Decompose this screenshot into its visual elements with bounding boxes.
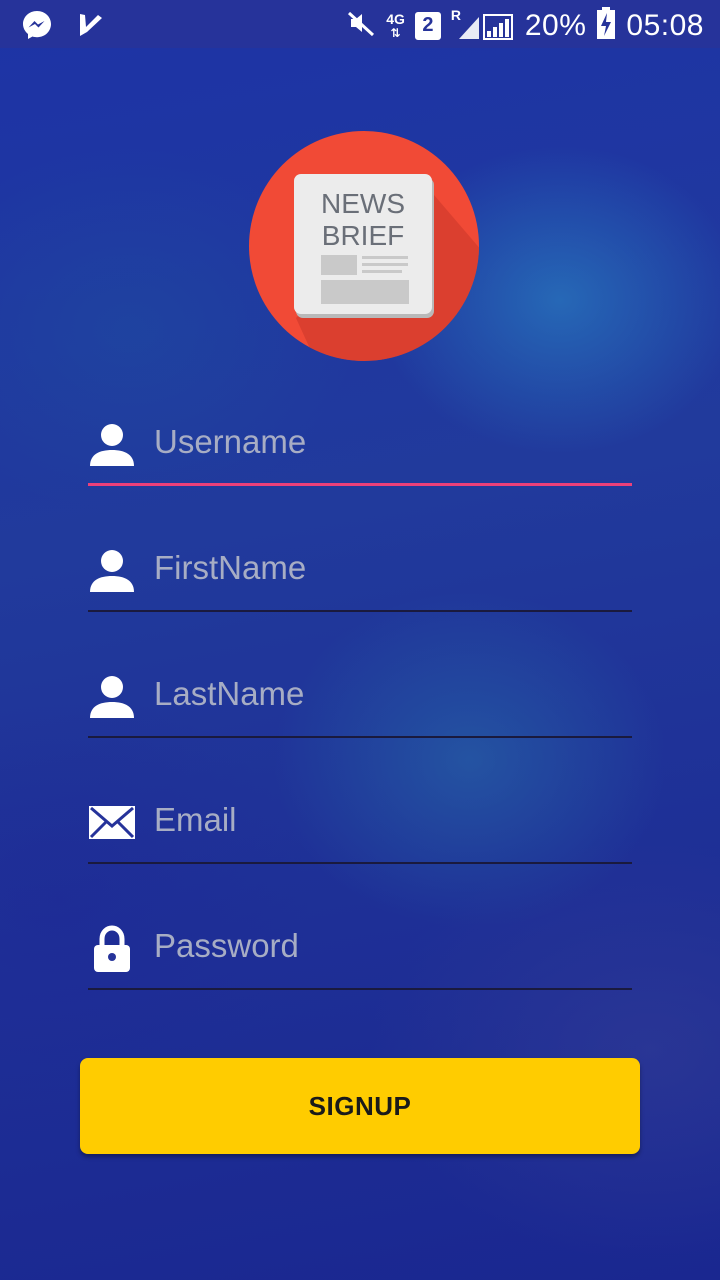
status-bar: 4G ⇅ 2 R 20% 05:08 [0, 0, 720, 48]
sim-number: 2 [422, 14, 434, 36]
signal-icon: R [451, 7, 515, 43]
battery-percent: 20% [524, 8, 587, 42]
password-input[interactable] [154, 916, 614, 976]
username-field-row [88, 412, 632, 486]
firstname-field-row [88, 538, 632, 612]
person-icon [88, 420, 136, 468]
firstname-input[interactable] [154, 538, 614, 598]
logo-text-news: NEWS [321, 188, 405, 219]
mute-icon [346, 8, 376, 43]
username-input[interactable] [154, 412, 614, 472]
email-field-row [88, 790, 632, 864]
lock-icon [88, 924, 136, 972]
person-icon [88, 546, 136, 594]
envelope-icon [88, 798, 136, 846]
signup-button[interactable]: SIGNUP [80, 1058, 640, 1154]
network-type: 4G [386, 10, 405, 27]
messenger-icon [20, 8, 54, 47]
email-underline [88, 862, 632, 864]
lastname-field-row [88, 664, 632, 738]
password-underline [88, 988, 632, 990]
logo-text-brief: BRIEF [322, 220, 404, 251]
firstname-underline [88, 610, 632, 612]
password-field-row [88, 916, 632, 990]
sim-badge: 2 [414, 11, 441, 40]
app-logo: NEWS BRIEF [248, 128, 480, 364]
email-input[interactable] [154, 790, 614, 850]
username-underline [88, 483, 632, 486]
check-icon [76, 10, 106, 45]
network-indicator: 4G ⇅ [386, 10, 405, 40]
person-icon [88, 672, 136, 720]
lastname-underline [88, 736, 632, 738]
battery-icon [596, 6, 616, 45]
clock: 05:08 [626, 8, 704, 42]
lastname-input[interactable] [154, 664, 614, 724]
